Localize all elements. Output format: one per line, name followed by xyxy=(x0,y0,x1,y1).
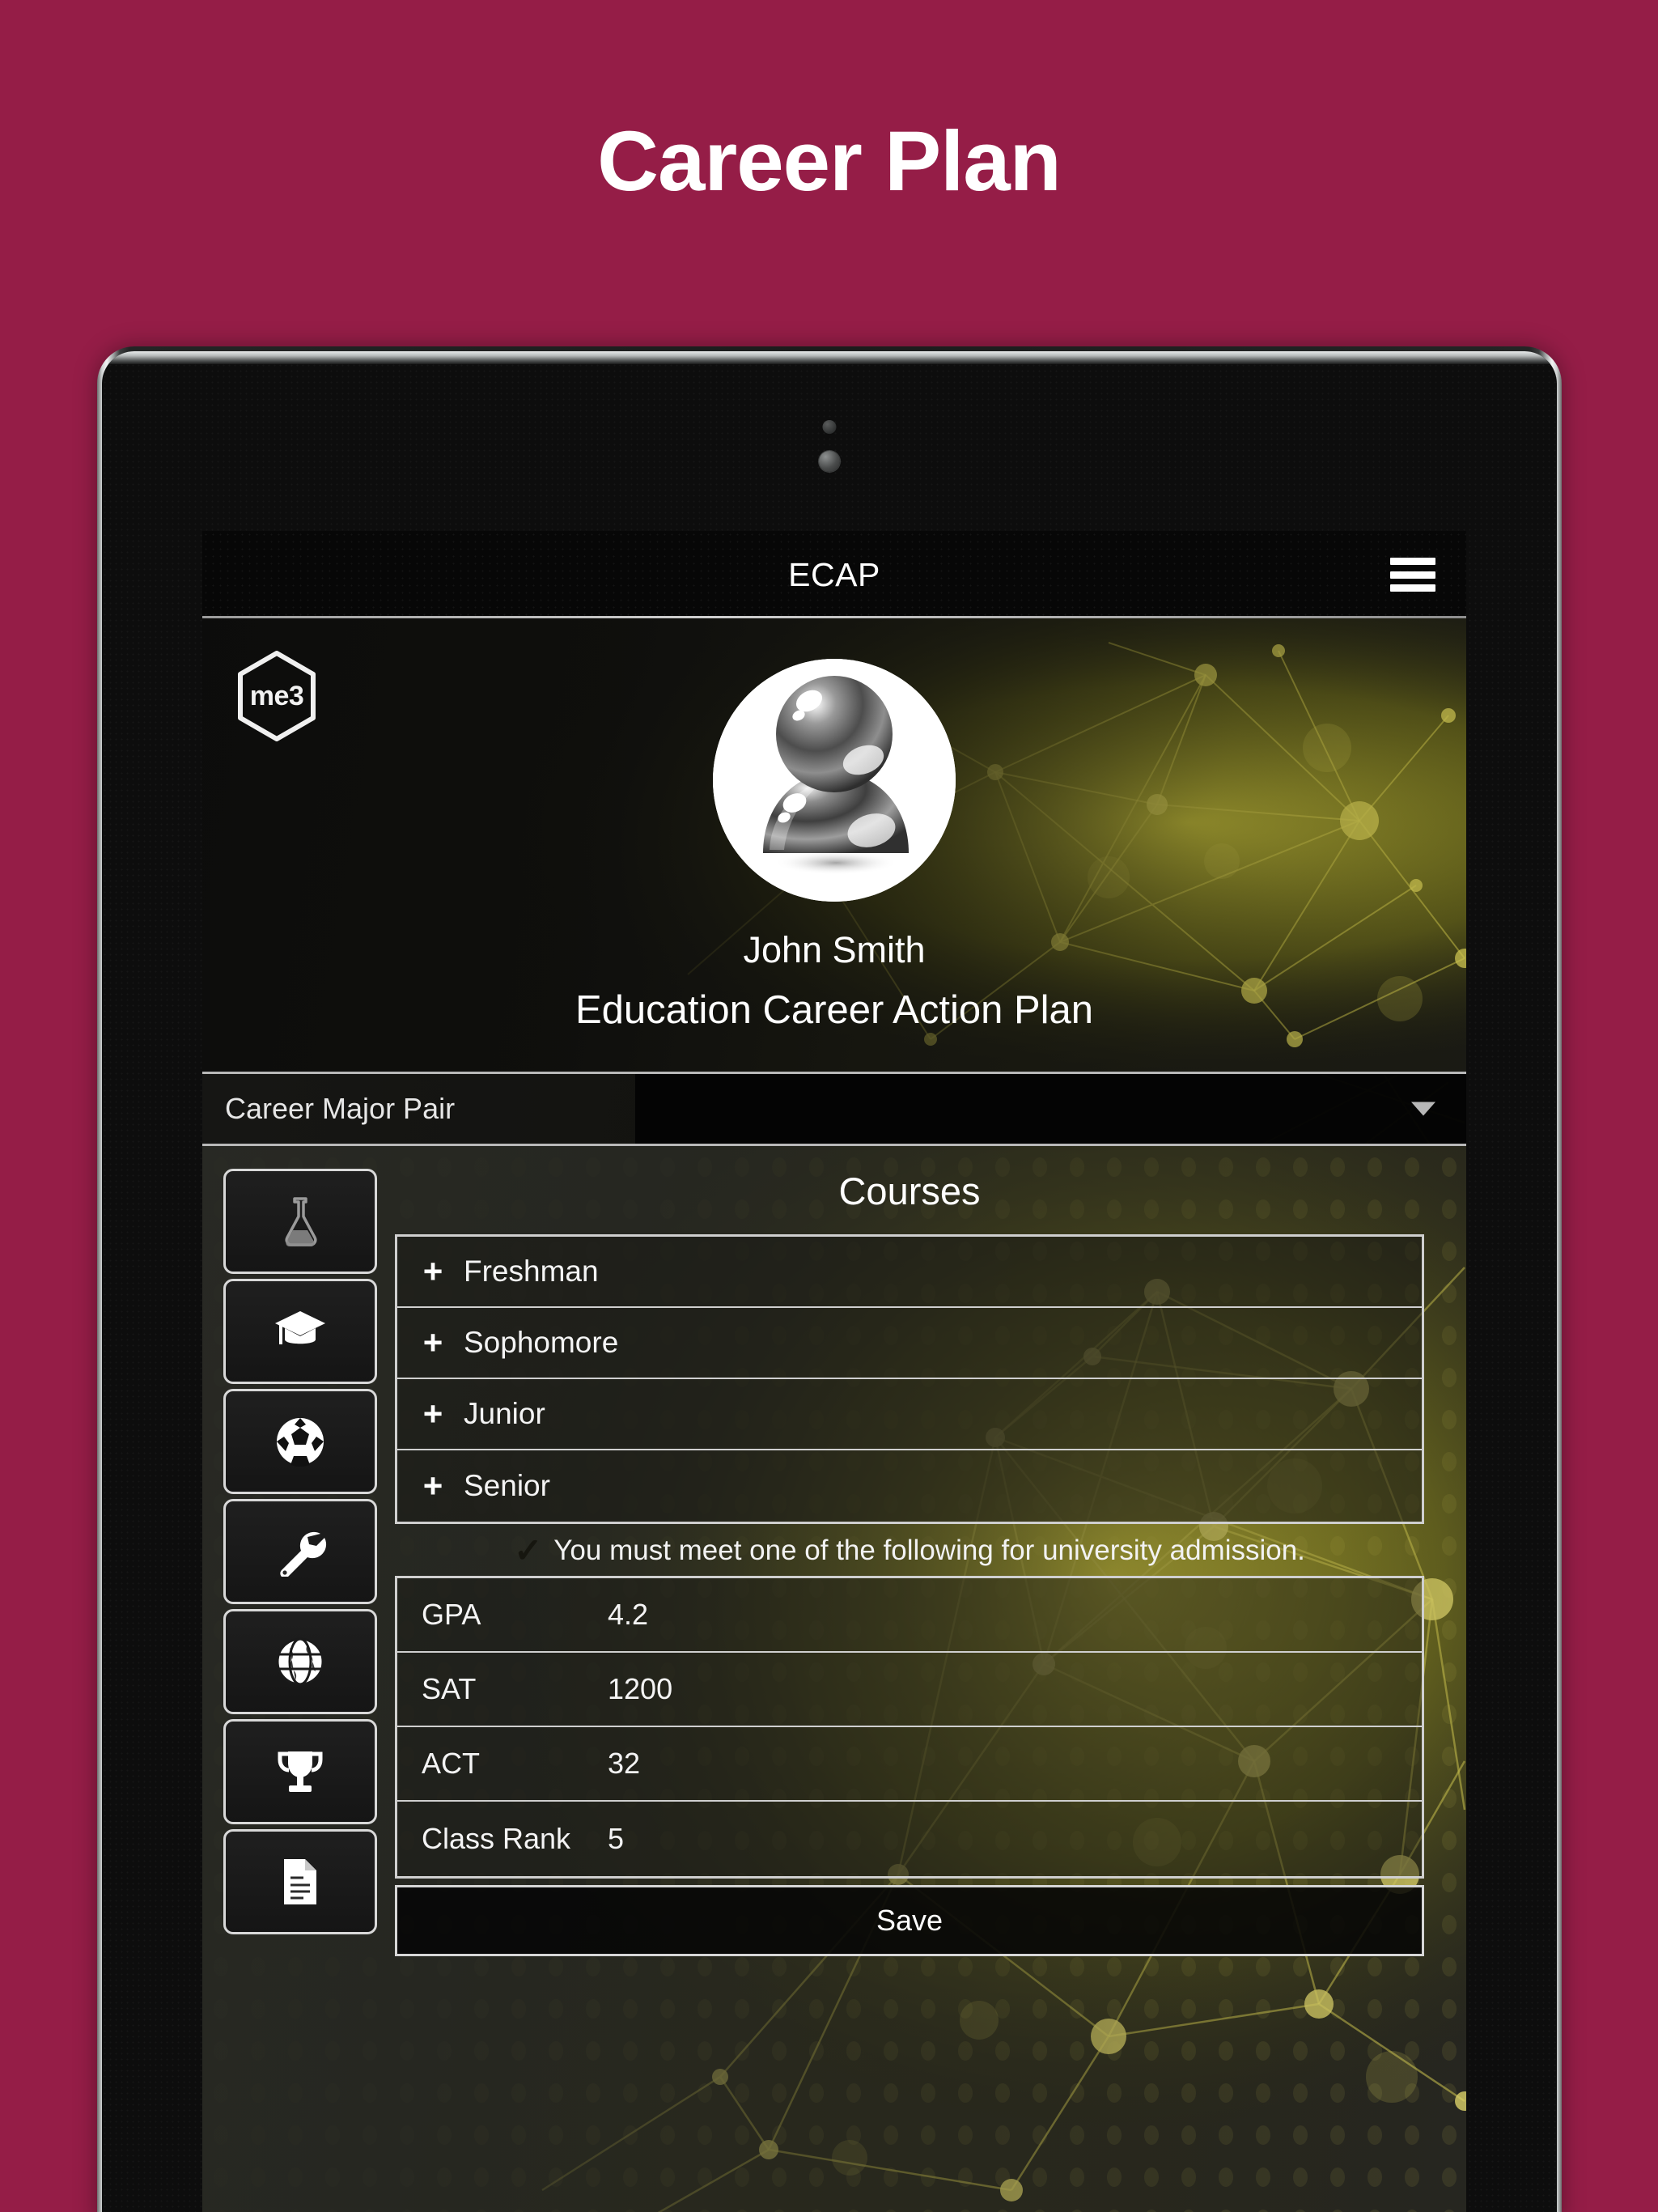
table-row-key: Class Rank xyxy=(422,1822,571,1855)
courses-accordion: + Freshman + Sophomore + Junior + Senior xyxy=(395,1234,1424,1524)
user-name: John Smith xyxy=(743,929,926,970)
courses-heading: Courses xyxy=(838,1170,981,1212)
table-row[interactable]: SAT 1200 xyxy=(397,1653,1422,1727)
accordion-label: Senior xyxy=(464,1469,550,1502)
app-bar-title: ECAP xyxy=(788,555,880,593)
sidebar-item-athletics[interactable] xyxy=(223,1389,377,1494)
career-major-pair-field[interactable] xyxy=(635,1074,1466,1144)
plus-icon: + xyxy=(422,1395,443,1433)
plus-icon: + xyxy=(422,1323,443,1361)
courses-panel: Courses + Freshman + Sophomore + Junior … xyxy=(395,1169,1424,1956)
tablet-bezel: ECAP me3 John Smith Education Career Act… xyxy=(102,351,1557,2212)
hamburger-line xyxy=(1390,571,1435,579)
flask-icon xyxy=(285,1197,317,1246)
front-camera-icon xyxy=(819,451,840,472)
career-major-pair-label: Career Major Pair xyxy=(225,1092,456,1125)
sidebar-item-documents[interactable] xyxy=(223,1829,377,1934)
me3-logo-label: me3 xyxy=(249,680,304,711)
me3-logo-icon: me3 xyxy=(235,649,319,743)
table-row-value: 4.2 xyxy=(608,1598,649,1631)
ambient-sensor-icon xyxy=(822,420,837,434)
accordion-item-sophomore[interactable]: + Sophomore xyxy=(397,1308,1422,1379)
sidebar-item-community[interactable] xyxy=(223,1609,377,1714)
table-row-value: 32 xyxy=(608,1747,641,1780)
user-avatar-icon xyxy=(713,659,956,902)
plus-icon: + xyxy=(422,1467,443,1505)
hamburger-menu-icon[interactable] xyxy=(1390,558,1435,592)
table-row-key: GPA xyxy=(422,1598,481,1631)
page-title: Career Plan xyxy=(597,114,1062,209)
soccer-ball-icon xyxy=(277,1418,324,1467)
sidebar-item-education[interactable] xyxy=(223,1279,377,1384)
accordion-label: Sophomore xyxy=(464,1326,619,1359)
bezel-top-edge xyxy=(102,351,1557,364)
app-bar: ECAP xyxy=(202,531,1466,618)
trophy-icon xyxy=(278,1751,323,1792)
accordion-label: Junior xyxy=(464,1397,545,1430)
plus-icon: + xyxy=(422,1252,443,1290)
accordion-label: Freshman xyxy=(464,1255,599,1288)
accordion-item-junior[interactable]: + Junior xyxy=(397,1379,1422,1450)
hamburger-line xyxy=(1390,584,1435,592)
accordion-item-freshman[interactable]: + Freshman xyxy=(397,1237,1422,1308)
main-content: Courses + Freshman + Sophomore + Junior … xyxy=(202,1146,1466,2212)
admission-requirements-table: GPA 4.2 SAT 1200 ACT 32 Class Rank 5 xyxy=(395,1576,1424,1879)
tablet-device-frame: ECAP me3 John Smith Education Career Act… xyxy=(97,346,1562,2212)
globe-icon xyxy=(276,1637,324,1686)
accordion-item-senior[interactable]: + Senior xyxy=(397,1450,1422,1522)
profile-hero: me3 John Smith Education Career Action P… xyxy=(202,618,1466,1072)
admission-note-text: You must meet one of the following for u… xyxy=(553,1535,1305,1566)
table-row-value: 1200 xyxy=(608,1672,673,1705)
career-major-pair-row[interactable]: Career Major Pair xyxy=(202,1072,1466,1146)
sidebar-item-awards[interactable] xyxy=(223,1719,377,1824)
admission-note: ✓ You must meet one of the following for… xyxy=(395,1524,1424,1576)
table-row-key: ACT xyxy=(422,1747,480,1780)
sidebar-item-skills[interactable] xyxy=(223,1499,377,1604)
document-icon xyxy=(284,1859,316,1904)
table-row[interactable]: Class Rank 5 xyxy=(397,1802,1422,1876)
save-button[interactable]: Save xyxy=(395,1885,1424,1956)
wrench-icon xyxy=(280,1531,327,1577)
table-row[interactable]: GPA 4.2 xyxy=(397,1578,1422,1653)
avatar xyxy=(713,659,956,902)
plan-subtitle: Education Career Action Plan xyxy=(575,988,1094,1032)
chevron-down-icon[interactable] xyxy=(1411,1102,1435,1116)
table-row[interactable]: ACT 32 xyxy=(397,1727,1422,1802)
hamburger-line xyxy=(1390,558,1435,565)
graduation-cap-icon xyxy=(275,1311,325,1344)
table-row-value: 5 xyxy=(608,1822,625,1855)
check-mark-icon: ✓ xyxy=(514,1531,543,1569)
sidebar-item-science[interactable] xyxy=(223,1169,377,1274)
app-screen: ECAP me3 John Smith Education Career Act… xyxy=(202,531,1466,2212)
table-row-key: SAT xyxy=(422,1672,477,1705)
category-sidebar xyxy=(223,1169,377,1956)
